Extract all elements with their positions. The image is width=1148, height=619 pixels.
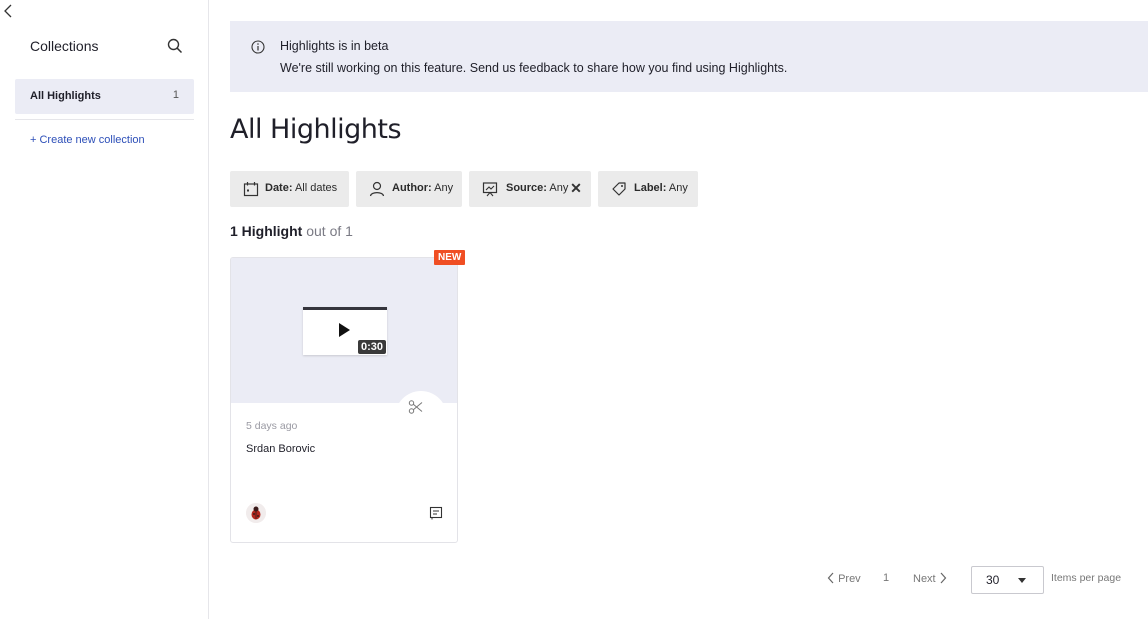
sidebar-divider [15,119,194,120]
filter-value: All dates [294,182,338,194]
items-per-page-value: 30 [986,573,1000,587]
filter-key: Source: [506,182,547,194]
page-title: All Highlights [230,114,402,145]
highlight-card[interactable]: 0:30 5 days ago Srdan Borovic [230,257,458,543]
sidebar-item-all-highlights[interactable]: All Highlights 1 [15,79,194,114]
filter-value: Any [668,182,688,194]
items-per-page-select[interactable]: 30 [971,566,1044,594]
banner-title: Highlights is in beta [280,39,389,53]
beta-banner: Highlights is in beta We're still workin… [230,21,1148,92]
video-duration: 0:30 [357,340,386,354]
collections-sidebar: Collections All Highlights 1 + Create ne… [0,0,209,619]
clear-source-filter-button[interactable]: ✕ [569,180,583,196]
filter-value: Any [549,182,569,194]
filter-author[interactable]: Author: Any [356,171,462,207]
scissors-icon[interactable] [408,399,424,415]
page-number[interactable]: 1 [883,572,889,584]
filter-key: Author: [392,182,432,194]
chevron-right-icon [940,572,946,584]
user-icon [369,181,385,197]
video-thumbnail[interactable]: 0:30 [231,258,457,403]
filter-date[interactable]: Date: All dates [230,171,349,207]
prev-page-button[interactable]: Prev [827,572,861,585]
chevron-left-icon [827,572,834,584]
result-count-muted: out of 1 [302,223,353,239]
result-count-strong: 1 Highlight [230,223,303,239]
result-count: 1 Highlight out of 1 [230,223,353,239]
presentation-icon [482,182,498,197]
next-label: Next [913,573,936,585]
prev-label: Prev [838,573,861,585]
play-icon [339,323,350,337]
create-collection-link[interactable]: + Create new collection [30,134,145,146]
highlight-author: Srdan Borovic [246,443,316,455]
video-preview: 0:30 [303,307,387,355]
avatar [246,503,266,523]
next-page-button[interactable]: Next [913,572,947,585]
tag-icon [612,182,626,196]
filter-key: Date: [265,182,293,194]
sidebar-item-label: All Highlights [30,90,101,102]
items-per-page-label: Items per page [1051,572,1122,584]
info-icon [251,40,265,54]
caret-down-icon [1018,578,1026,583]
search-icon[interactable] [167,38,183,54]
sidebar-item-count: 1 [172,89,179,101]
filter-key: Label: [634,182,667,194]
new-badge: NEW [434,250,466,265]
filter-label[interactable]: Label: Any [598,171,698,207]
filter-value: Any [434,182,454,194]
banner-text: We're still working on this feature. Sen… [280,61,788,75]
filter-source[interactable]: Source: Any ✕ [469,171,591,207]
calendar-icon [243,182,259,197]
highlight-date: 5 days ago [246,420,298,432]
chevron-left-icon[interactable] [2,3,14,19]
sidebar-title: Collections [30,38,99,54]
comment-icon[interactable] [429,506,443,520]
